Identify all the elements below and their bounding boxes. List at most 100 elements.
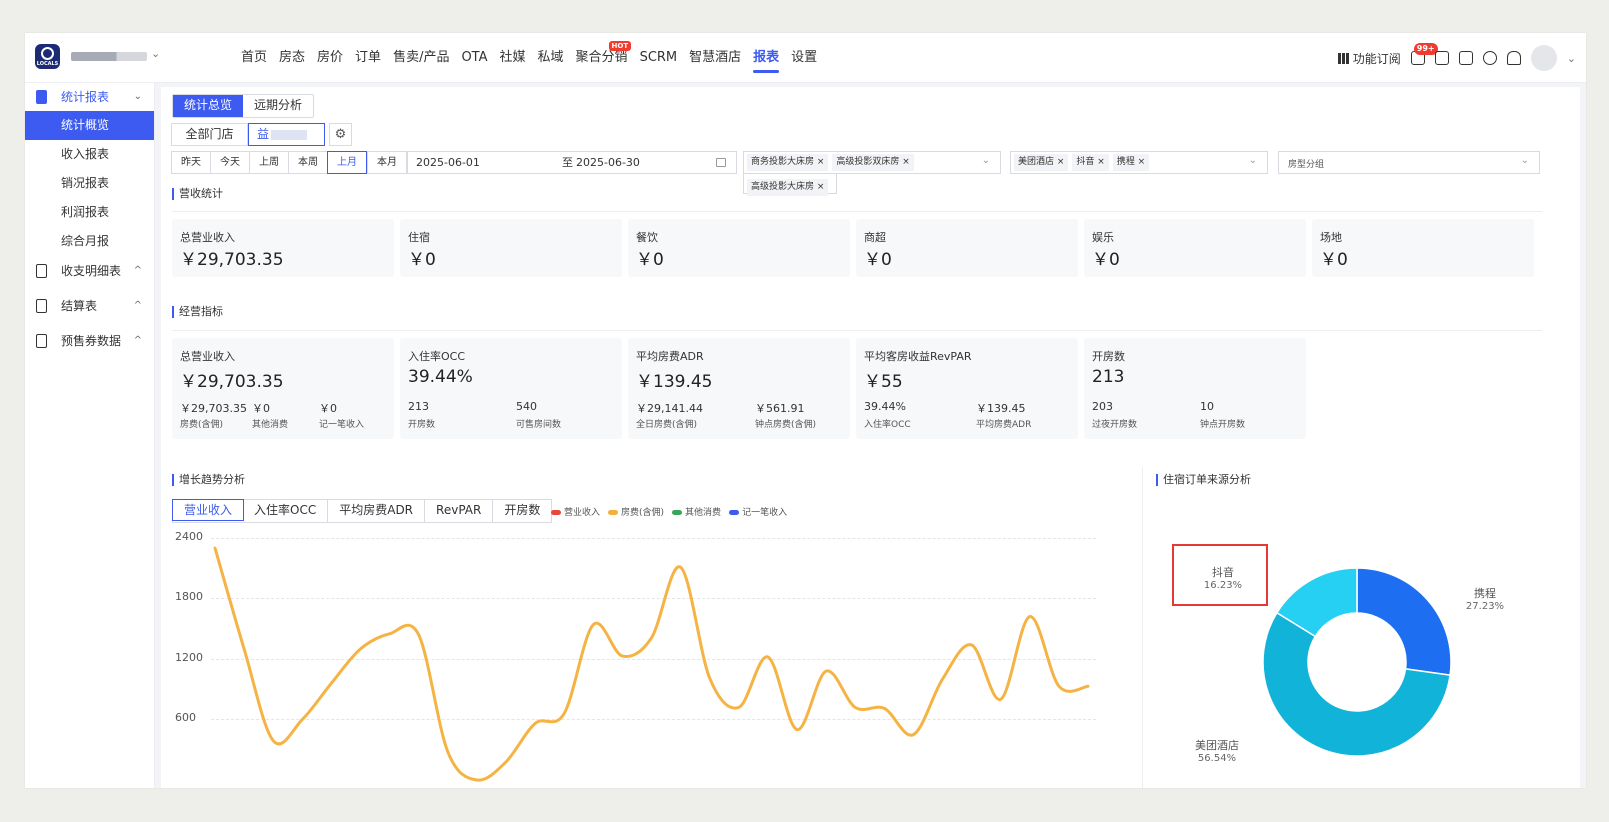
nav-reports[interactable]: 报表 bbox=[753, 48, 780, 73]
message-icon[interactable]: 99+ bbox=[1410, 43, 1438, 65]
nav-room-price[interactable]: 房价 bbox=[317, 48, 343, 72]
date-last-week[interactable]: 上周 bbox=[249, 151, 288, 174]
series-line-room-fee bbox=[213, 546, 1090, 782]
card-value: ￥0 bbox=[864, 250, 892, 270]
sidebar-group-ledger[interactable]: 收支明细表 ^ bbox=[25, 257, 154, 285]
nav-room-status[interactable]: 房态 bbox=[279, 48, 305, 72]
legend-swatch bbox=[608, 510, 619, 515]
nav-home[interactable]: 首页 bbox=[241, 48, 267, 72]
nav-scrm[interactable]: SCRM bbox=[640, 48, 678, 72]
date-yesterday[interactable]: 昨天 bbox=[171, 151, 210, 174]
date-range-picker[interactable]: 2025-06-01 至 2025-06-30 bbox=[407, 151, 737, 174]
legend-item[interactable]: 房费(含佣) bbox=[608, 505, 664, 518]
chart-icon bbox=[36, 334, 47, 348]
nav-ota[interactable]: OTA bbox=[461, 48, 487, 72]
room-group-select[interactable]: 房型分组 ⌄ bbox=[1278, 151, 1540, 174]
download-icon[interactable] bbox=[1434, 51, 1449, 65]
card-sub-value: ￥29,703.35 bbox=[180, 402, 247, 415]
date-today[interactable]: 今天 bbox=[210, 151, 249, 174]
chevron-down-icon: ⌄ bbox=[981, 155, 990, 166]
card-sub-value: 540 bbox=[516, 400, 537, 413]
chevron-down-icon[interactable]: ⌄ bbox=[1567, 52, 1576, 65]
card-value: ￥29,703.35 bbox=[180, 372, 284, 392]
date-last-month[interactable]: 上月 bbox=[327, 151, 367, 174]
sidebar-item-overview[interactable]: 统计概览 bbox=[25, 111, 154, 140]
subscribe-link[interactable]: 功能订阅 bbox=[1353, 50, 1401, 67]
date-this-week[interactable]: 本周 bbox=[288, 151, 327, 174]
card-sub-label: 全日房费(含佣) bbox=[636, 420, 698, 430]
tab-adr[interactable]: 平均房费ADR bbox=[328, 500, 426, 522]
sidebar-group-presale[interactable]: 预售券数据 ^ bbox=[25, 327, 154, 355]
store-row: 全部门店 益 ⚙ bbox=[171, 123, 352, 146]
room-tag[interactable]: 商务投影大床房 × bbox=[747, 154, 829, 171]
date-start[interactable]: 2025-06-01 bbox=[416, 152, 480, 173]
avatar[interactable] bbox=[1530, 45, 1557, 71]
nav-social[interactable]: 社媒 bbox=[500, 48, 526, 72]
y-tick-label: 1200 bbox=[175, 651, 203, 664]
room-tag[interactable]: 高级投影双床房 × bbox=[832, 154, 914, 171]
sidebar-group-settlement[interactable]: 结算表 ^ bbox=[25, 292, 154, 320]
sidebar-item-profit[interactable]: 利润报表 bbox=[25, 198, 154, 227]
date-end[interactable]: 2025-06-30 bbox=[576, 152, 640, 173]
tab-revpar[interactable]: RevPAR bbox=[425, 500, 494, 522]
date-row: 昨天 今天 上周 本周 上月 本月 2025-06-01 至 2025-06-3… bbox=[171, 151, 737, 174]
tab-rooms[interactable]: 开房数 bbox=[493, 500, 551, 522]
card-label: 开房数 bbox=[1092, 350, 1125, 363]
headset-icon[interactable] bbox=[1482, 51, 1497, 65]
channel-tag[interactable]: 美团酒店 × bbox=[1014, 154, 1069, 171]
legend-item[interactable]: 营业收入 bbox=[551, 505, 600, 518]
app-logo[interactable]: LOCALS bbox=[35, 44, 60, 69]
tab-revenue[interactable]: 营业收入 bbox=[172, 499, 245, 521]
sidebar-item-income[interactable]: 收入报表 bbox=[25, 140, 154, 169]
card-label: 平均房费ADR bbox=[636, 350, 704, 363]
nav-settings[interactable]: 设置 bbox=[791, 48, 817, 72]
nav-private[interactable]: 私域 bbox=[538, 48, 564, 72]
nav-sales-product[interactable]: 售卖/产品 bbox=[393, 48, 449, 72]
card-label: 总营业收入 bbox=[180, 231, 235, 244]
channel-select[interactable]: 美团酒店 × 抖音 × 携程 × ⌄ bbox=[1010, 151, 1268, 174]
legend-swatch bbox=[729, 510, 740, 515]
room-type-select[interactable]: 商务投影大床房 × 高级投影双床房 × ⌄ bbox=[743, 151, 1001, 174]
revenue-card: 住宿 ￥0 bbox=[400, 219, 622, 277]
card-sub-value: 10 bbox=[1200, 400, 1214, 413]
nav-smart-hotel[interactable]: 智慧酒店 bbox=[689, 48, 741, 72]
card-sub-label: 开房数 bbox=[408, 420, 436, 430]
gear-icon[interactable]: ⚙ bbox=[329, 123, 352, 146]
revenue-card: 餐饮 ￥0 bbox=[628, 219, 850, 277]
edit-icon[interactable] bbox=[1458, 51, 1473, 65]
grid-line bbox=[211, 538, 1096, 539]
nav-orders[interactable]: 订单 bbox=[355, 48, 381, 72]
divider bbox=[172, 330, 1542, 331]
pie-slice-ctrip[interactable] bbox=[1356, 567, 1452, 676]
store-input[interactable]: 益 bbox=[248, 123, 325, 146]
date-this-month[interactable]: 本月 bbox=[367, 151, 407, 174]
card-sub-label: 钟点房费(含佣) bbox=[755, 420, 817, 430]
tab-overview[interactable]: 统计总览 bbox=[173, 95, 244, 117]
kpi-card: 入住率OCC 39.44% 213 开房数 540 可售房间数 bbox=[400, 338, 622, 439]
card-label: 总营业收入 bbox=[180, 350, 235, 363]
logo-icon bbox=[41, 47, 54, 60]
sidebar-item-sales[interactable]: 销况报表 bbox=[25, 169, 154, 198]
tab-occ[interactable]: 入住率OCC bbox=[243, 500, 329, 522]
nav-distribution[interactable]: 聚合分销 HOT bbox=[576, 41, 632, 72]
main-nav: 首页 房态 房价 订单 售卖/产品 OTA 社媒 私域 聚合分销 HOT SCRM… bbox=[241, 41, 829, 73]
chevron-down-icon[interactable]: ⌄ bbox=[151, 47, 160, 60]
grid-line bbox=[211, 598, 1096, 599]
sidebar-item-monthly[interactable]: 综合月报 bbox=[25, 227, 154, 256]
apps-grid-icon bbox=[1337, 52, 1349, 64]
store-selector[interactable] bbox=[71, 52, 147, 61]
card-sub-value: ￥0 bbox=[252, 402, 270, 415]
sidebar-group-label: 预售券数据 bbox=[61, 334, 122, 348]
tab-forward[interactable]: 远期分析 bbox=[243, 95, 313, 117]
channel-tag[interactable]: 携程 × bbox=[1112, 154, 1150, 171]
sidebar-group-stats[interactable]: 统计报表 ⌄ bbox=[25, 83, 154, 111]
card-sub-value: 203 bbox=[1092, 400, 1113, 413]
divider bbox=[1142, 467, 1143, 788]
all-stores-button[interactable]: 全部门店 bbox=[171, 123, 248, 146]
card-value: 39.44% bbox=[408, 367, 473, 387]
legend-item[interactable]: 其他消费 bbox=[672, 505, 721, 518]
bell-icon[interactable] bbox=[1506, 51, 1521, 65]
room-tag[interactable]: 高级投影大床房 × bbox=[747, 179, 829, 196]
legend-item[interactable]: 记一笔收入 bbox=[729, 505, 787, 518]
channel-tag[interactable]: 抖音 × bbox=[1072, 154, 1109, 171]
